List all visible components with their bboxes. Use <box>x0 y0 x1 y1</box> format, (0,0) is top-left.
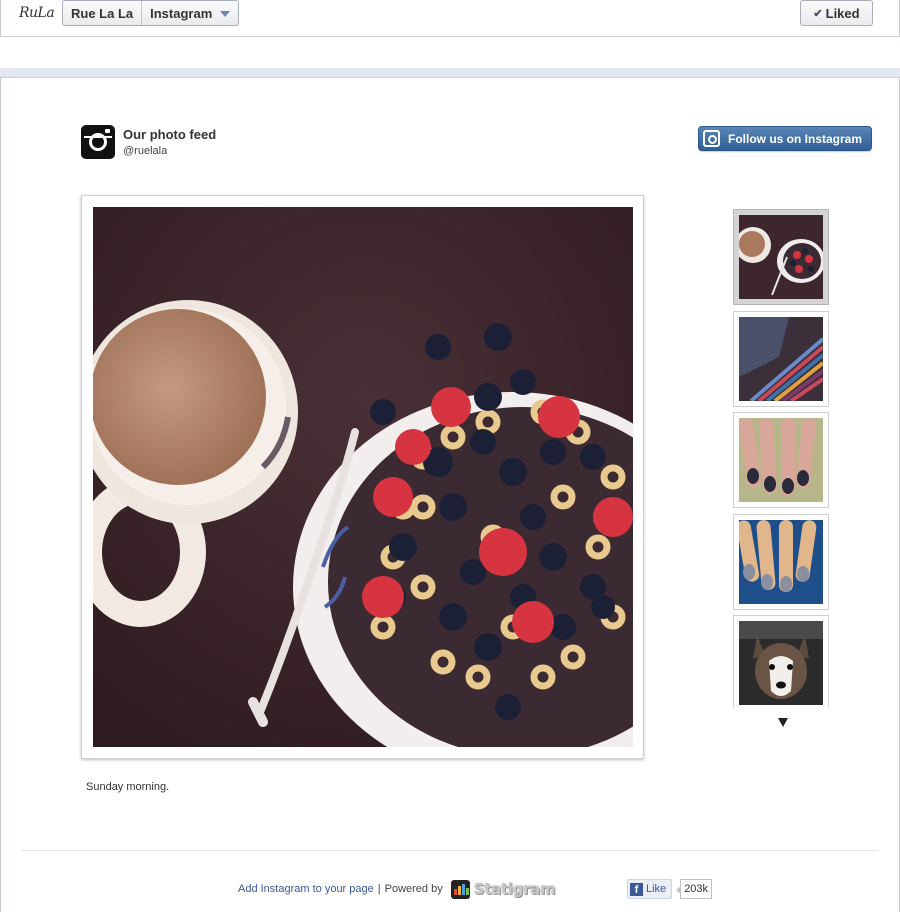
breadcrumb-page-link[interactable]: Rue La La <box>63 1 143 25</box>
brand-logo[interactable]: RuLa <box>19 5 55 21</box>
thumbnail-1[interactable] <box>733 209 829 305</box>
facebook-like-button[interactable]: f Like <box>627 879 673 899</box>
checkmark-icon: ✔ <box>813 7 823 20</box>
thumbnail-glitter-nails-image <box>739 520 823 604</box>
liked-button[interactable]: ✔ Liked <box>800 0 873 26</box>
statigram-chart-icon <box>450 879 470 899</box>
breadcrumb-app-label: Instagram <box>150 5 213 21</box>
chevron-down-icon <box>220 11 231 17</box>
breadcrumb: Rue La La Instagram <box>62 0 240 26</box>
thumbnail-2[interactable] <box>733 311 829 407</box>
instagram-logo-icon <box>81 125 115 159</box>
main-photo[interactable] <box>93 207 633 747</box>
coffee-and-cereal-photo <box>93 207 633 747</box>
breadcrumb-app-dropdown[interactable]: Instagram <box>142 1 238 25</box>
statigram-wordmark: Statigram <box>473 880 556 898</box>
powered-by-label: Powered by <box>384 883 443 895</box>
photo-caption: Sunday morning. <box>86 781 170 793</box>
footer-separator: | <box>377 883 381 895</box>
thumbnail-dark-nails-image <box>739 418 823 502</box>
thumbnail-4[interactable] <box>733 514 829 610</box>
follow-on-instagram-button[interactable]: Follow us on Instagram <box>698 126 872 151</box>
footer: Add Instagram to your page | Powered by … <box>238 879 556 899</box>
footer-divider <box>22 850 878 851</box>
feed-handle[interactable]: @ruelala <box>123 145 167 157</box>
thumbnail-5[interactable] <box>733 615 829 707</box>
thumbnail-3[interactable] <box>733 412 829 508</box>
add-instagram-link[interactable]: Add Instagram to your page <box>238 883 374 895</box>
feed-title: Our photo feed <box>123 127 217 142</box>
instagram-camera-icon <box>703 130 720 147</box>
like-button-label: Like <box>646 883 667 895</box>
main-photo-frame <box>81 195 644 759</box>
liked-label: Liked <box>825 5 860 21</box>
page-header: RuLa Rue La La Instagram ✔ Liked <box>0 0 900 37</box>
statigram-logo[interactable]: Statigram <box>450 879 556 899</box>
facebook-f-icon: f <box>630 882 643 896</box>
thumbnail-coffee-cereal-image <box>739 215 823 299</box>
like-count: 203k <box>676 879 713 899</box>
facebook-like-widget: f Like 203k <box>627 879 713 899</box>
follow-button-label: Follow us on Instagram <box>728 131 863 146</box>
thumbnail-knit-fabric-image <box>739 317 823 401</box>
scroll-down-arrow-icon[interactable] <box>778 718 788 727</box>
thumbnail-husky-image <box>739 621 823 705</box>
